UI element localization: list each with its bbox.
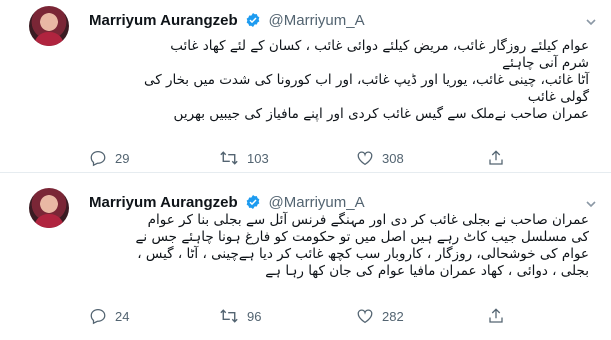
- share-icon: [487, 149, 505, 167]
- tweet-line: عوام کیلئے روزگار غائب، مریض کیلئے دوائی…: [170, 38, 589, 54]
- share-button[interactable]: [487, 146, 505, 170]
- tweet-line: بجلی ، دوائی ، کھاد عمران مافیا عوام کی …: [265, 263, 589, 279]
- tweet-line: گولی غائب: [527, 89, 589, 105]
- retweet-icon: [219, 149, 239, 167]
- reply-button[interactable]: 24: [89, 304, 129, 328]
- reply-button[interactable]: 29: [89, 146, 129, 170]
- reply-icon: [89, 307, 107, 325]
- avatar[interactable]: [29, 188, 69, 228]
- tweet-line: آٹا غائب، چینی غائب، یوریا اور ڈیپ غائب،…: [143, 72, 589, 88]
- like-count: 308: [382, 150, 404, 166]
- retweet-button[interactable]: 103: [219, 146, 269, 170]
- tweet-header: Marriyum Aurangzeb @Marriyum_A: [89, 8, 365, 34]
- reply-icon: [89, 149, 107, 167]
- tweet-line: شرم آنی چاہئے: [502, 55, 589, 71]
- like-count: 282: [382, 308, 404, 324]
- heart-icon: [356, 307, 374, 325]
- heart-icon: [356, 149, 374, 167]
- retweet-count: 96: [247, 308, 262, 324]
- like-button[interactable]: 282: [356, 304, 404, 328]
- tweet[interactable]: Marriyum Aurangzeb @Marriyum_A عوام کیلئ…: [0, 0, 611, 172]
- like-button[interactable]: 308: [356, 146, 404, 170]
- tweet-line: عمران صاحب نے بجلی غائب کر دی اور مہنگے …: [147, 212, 589, 228]
- reply-count: 24: [115, 308, 130, 324]
- avatar[interactable]: [29, 6, 69, 46]
- tweet-line: عوام کی خوشحالی، روزگار ، کاروبار سب کچھ…: [137, 246, 589, 262]
- author-name[interactable]: Marriyum Aurangzeb: [89, 194, 238, 211]
- retweet-button[interactable]: 96: [219, 304, 261, 328]
- retweet-icon: [219, 307, 239, 325]
- tweet-line: عمران صاحب نےملک سے گیس غائب کردی اور اپ…: [173, 106, 589, 122]
- share-icon: [487, 307, 505, 325]
- tweet-actions: 29 103 308: [89, 146, 519, 170]
- share-button[interactable]: [487, 304, 505, 328]
- tweet-text: عوام کیلئے روزگار غائب، مریض کیلئے دوائی…: [89, 38, 589, 123]
- tweet-actions: 24 96 282: [89, 304, 519, 328]
- tweet[interactable]: Marriyum Aurangzeb @Marriyum_A عمران صاح…: [0, 172, 611, 340]
- retweet-count: 103: [247, 150, 269, 166]
- tweet-text: عمران صاحب نے بجلی غائب کر دی اور مہنگے …: [89, 212, 589, 280]
- tweet-line: کی مسلسل جیب کاٹ رہے ہیں اصل میں تو حکوم…: [135, 229, 589, 245]
- chevron-down-icon[interactable]: [585, 13, 597, 32]
- verified-badge-icon: [245, 11, 261, 37]
- author-handle[interactable]: @Marriyum_A: [269, 194, 365, 211]
- author-name[interactable]: Marriyum Aurangzeb: [89, 12, 238, 29]
- reply-count: 29: [115, 150, 130, 166]
- author-handle[interactable]: @Marriyum_A: [269, 12, 365, 29]
